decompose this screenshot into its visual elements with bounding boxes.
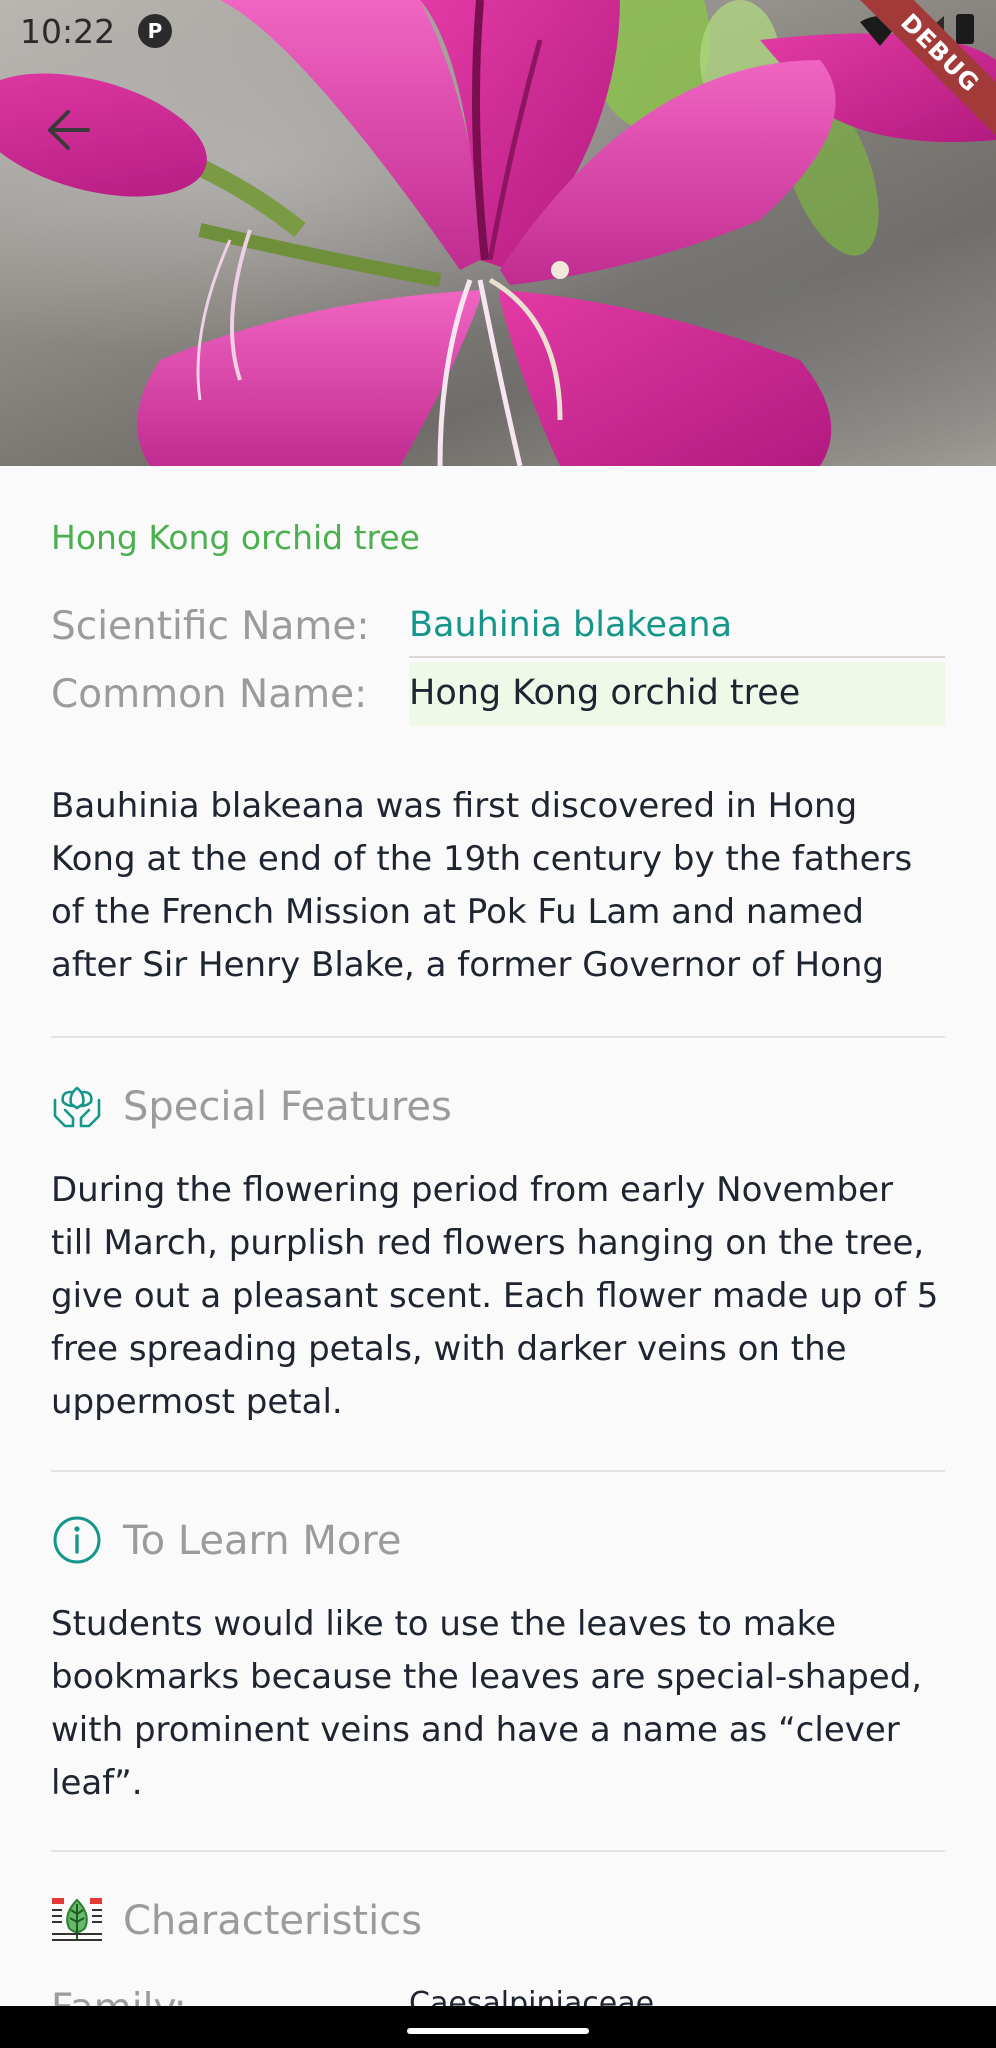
info-circle-icon	[53, 1516, 101, 1564]
scientific-name-value: Bauhinia blakeana	[409, 594, 945, 658]
hands-leaf-icon	[53, 1086, 101, 1128]
intro-text: Bauhinia blakeana was first discovered i…	[51, 786, 913, 985]
scientific-name-row: Scientific Name: Bauhinia blakeana	[51, 594, 945, 659]
divider	[51, 1036, 945, 1038]
characteristics-title: Characteristics	[123, 1898, 423, 1944]
debug-banner: DEBUG	[836, 0, 996, 160]
special-features-title: Special Features	[123, 1084, 452, 1130]
divider	[51, 1470, 945, 1472]
navigation-bar	[0, 2006, 996, 2048]
common-name-row: Common Name: Hong Kong orchid tree	[51, 662, 945, 727]
common-name-value: Hong Kong orchid tree	[409, 662, 945, 726]
p-badge-icon: P	[138, 14, 172, 48]
learn-more-text: Students would like to use the leaves to…	[51, 1604, 923, 1803]
special-features-text: During the flowering period from early N…	[51, 1170, 939, 1422]
debug-label: DEBUG	[855, 0, 996, 138]
home-gesture-handle[interactable]	[407, 2028, 589, 2034]
status-time: 10:22	[20, 12, 116, 51]
common-name-label: Common Name:	[51, 672, 368, 717]
page-title: Hong Kong orchid tree	[51, 518, 420, 557]
learn-more-title: To Learn More	[123, 1518, 402, 1564]
arrow-left-icon[interactable]	[40, 100, 100, 160]
divider	[51, 1850, 945, 1852]
name-table: Scientific Name: Bauhinia blakeana Commo…	[51, 594, 945, 727]
scientific-name-label: Scientific Name:	[51, 604, 370, 649]
leaf-chart-icon	[52, 1898, 102, 1941]
